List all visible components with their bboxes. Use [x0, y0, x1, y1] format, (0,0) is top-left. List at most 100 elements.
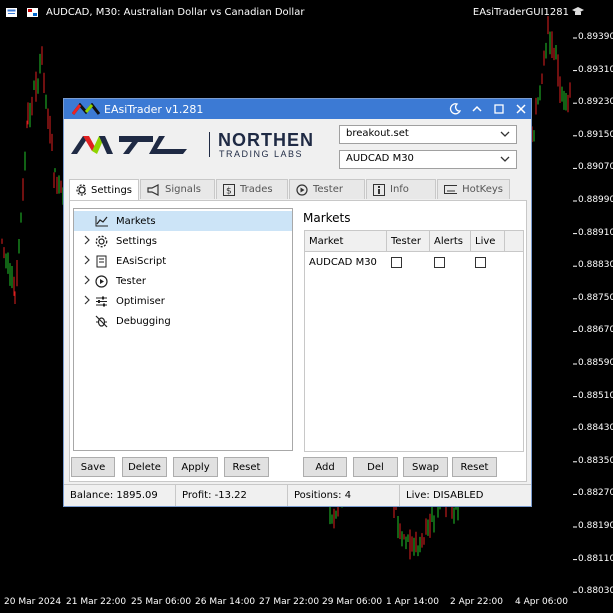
tree-item-debugging[interactable]: Debugging: [74, 311, 292, 331]
northen-logo: NORTHEN TRADING LABS: [69, 127, 325, 161]
price-label: 0.89310: [578, 64, 613, 75]
expand-arrow-icon[interactable]: [83, 255, 93, 268]
symbol-select[interactable]: AUDCAD M30: [339, 150, 517, 169]
table-row[interactable]: AUDCAD M30: [305, 252, 523, 272]
profit-status: Profit: -13.22: [176, 485, 288, 506]
info-icon: [373, 183, 385, 196]
tab-bar: Settings Signals $ Trades Tester Info Ho…: [69, 179, 511, 200]
tab-label: Tester: [313, 184, 343, 195]
tree-item-easiscript[interactable]: EAsiScript: [74, 251, 292, 271]
date-label: 26 Mar 14:00: [195, 597, 256, 607]
column-header[interactable]: Alerts: [430, 231, 471, 251]
column-header[interactable]: Live: [471, 231, 505, 251]
alerts-cell: [430, 252, 471, 272]
live-cell: [471, 252, 505, 272]
sliders-icon: [95, 295, 111, 308]
price-label: 0.88670: [578, 325, 613, 336]
tree-item-label: Settings: [116, 235, 158, 247]
logo-sub-text: TRADING LABS: [219, 149, 304, 159]
tab-signals[interactable]: Signals: [140, 179, 215, 199]
easitrader-window: EAsiTrader v1.281 NORTHEN TRADING LABS b…: [63, 98, 532, 507]
price-label: 0.88190: [578, 521, 613, 531]
date-label: 20 Mar 2024: [4, 597, 62, 607]
tab-label: HotKeys: [462, 184, 503, 195]
swap-market-button[interactable]: Swap: [403, 457, 448, 477]
price-label: 0.88990: [578, 195, 613, 205]
tab-tester[interactable]: Tester: [289, 179, 365, 199]
tab-trades[interactable]: $ Trades: [216, 179, 288, 199]
window-titlebar[interactable]: EAsiTrader v1.281: [64, 99, 531, 119]
chart-window-icon: [6, 8, 17, 17]
tree-item-label: Optimiser: [116, 295, 165, 307]
close-icon[interactable]: [515, 103, 527, 115]
settings-panel: Markets Settings EAsiScript Tester Optim: [69, 200, 527, 482]
collapse-chevron-icon[interactable]: [471, 103, 483, 115]
tab-settings[interactable]: Settings: [69, 179, 139, 200]
price-label: 0.88750: [578, 292, 613, 303]
tester-checkbox[interactable]: [391, 256, 402, 268]
chart-header: AUDCAD, M30: Australian Dollar vs Canadi…: [6, 7, 304, 18]
price-label: 0.88590: [578, 358, 613, 368]
logo-divider: [209, 132, 210, 157]
balance-status: Balance: 1895.09: [64, 485, 176, 506]
delete-market-button[interactable]: Del: [353, 457, 398, 477]
logo-main-text: NORTHEN: [218, 130, 314, 150]
bug-icon: [95, 315, 111, 328]
chart-flag-icon: [27, 8, 38, 17]
tree-item-label: Tester: [116, 275, 146, 287]
tree-item-label: Markets: [116, 215, 156, 227]
symbol-select-value: AUDCAD M30: [346, 153, 414, 164]
date-label: 29 Mar 06:00: [322, 597, 383, 607]
column-header[interactable]: Market: [305, 231, 387, 251]
column-header[interactable]: Tester: [387, 231, 430, 251]
expand-arrow-icon[interactable]: [83, 275, 93, 288]
alerts-checkbox[interactable]: [434, 256, 445, 268]
chart-line-icon: [95, 215, 111, 227]
graduation-hat-icon: [555, 6, 584, 21]
gear-icon: [76, 184, 86, 196]
price-label: 0.88910: [578, 227, 613, 238]
chart-symbol-text: AUDCAD, M30: Australian Dollar vs Canadi…: [46, 7, 305, 18]
reset-markets-button[interactable]: Reset: [452, 457, 497, 477]
date-label: 21 Mar 22:00: [66, 597, 127, 607]
price-label: 0.88270: [578, 488, 613, 499]
tree-item-settings[interactable]: Settings: [74, 231, 292, 251]
markets-grid: Market Tester Alerts Live AUDCAD M30: [304, 230, 524, 452]
reset-settings-button[interactable]: Reset: [224, 457, 269, 477]
date-label: 1 Apr 14:00: [386, 597, 439, 607]
settings-file-value: breakout.set: [346, 128, 409, 139]
script-icon: [95, 255, 111, 268]
tree-item-tester[interactable]: Tester: [74, 271, 292, 291]
live-status: Live: DISABLED: [406, 490, 484, 501]
expand-arrow-icon[interactable]: [83, 235, 93, 248]
settings-file-select[interactable]: breakout.set: [339, 125, 517, 144]
date-label: 2 Apr 22:00: [450, 597, 503, 607]
tab-info[interactable]: Info: [366, 179, 436, 199]
live-checkbox[interactable]: [475, 256, 486, 268]
play-icon: [296, 183, 308, 196]
apply-button[interactable]: Apply: [173, 457, 218, 477]
positions-status: Positions: 4: [288, 485, 400, 506]
tree-item-optimiser[interactable]: Optimiser: [74, 291, 292, 311]
save-button[interactable]: Save: [71, 457, 115, 477]
tree-item-markets[interactable]: Markets: [74, 211, 292, 231]
expand-arrow-icon[interactable]: [83, 295, 93, 308]
status-bar: Balance: 1895.09 Profit: -13.22 Position…: [64, 484, 531, 506]
markets-title: Markets: [303, 211, 351, 225]
price-label: 0.89070: [578, 162, 613, 173]
price-label: 0.88030: [578, 586, 613, 597]
delete-button[interactable]: Delete: [122, 457, 167, 477]
ntl-logo-mark: [71, 136, 187, 154]
date-label: 4 Apr 06:00: [515, 597, 568, 607]
price-label: 0.88430: [578, 423, 613, 434]
price-label: 0.89390: [578, 32, 613, 42]
tab-label: Signals: [165, 184, 201, 195]
price-label: 0.88830: [578, 260, 613, 271]
date-label: 27 Mar 22:00: [259, 597, 320, 607]
maximize-icon[interactable]: [493, 103, 505, 115]
tab-hotkeys[interactable]: HotKeys: [437, 179, 510, 199]
tree-item-label: EAsiScript: [116, 255, 167, 267]
theme-moon-icon[interactable]: [449, 103, 461, 115]
gear-icon: [95, 235, 111, 248]
add-market-button[interactable]: Add: [303, 457, 347, 477]
